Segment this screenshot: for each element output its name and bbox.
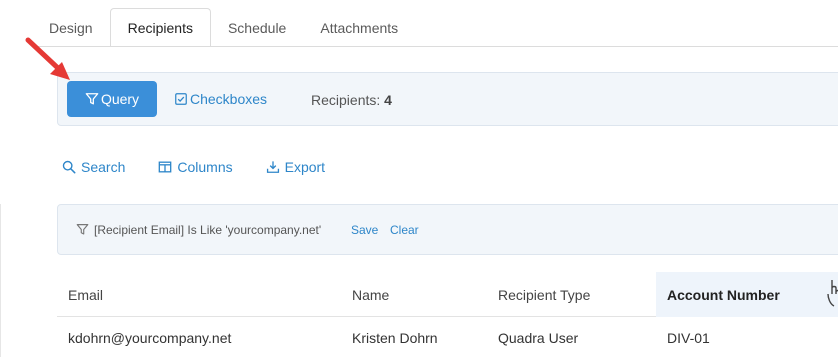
checkboxes-button-label: Checkboxes — [190, 91, 268, 107]
checkboxes-button[interactable]: Checkboxes — [174, 91, 267, 107]
cell-recipient-type: Quadra User — [498, 330, 579, 346]
filter-icon — [85, 93, 99, 105]
filter-clear-link[interactable]: Clear — [390, 223, 419, 237]
filter-save-link[interactable]: Save — [351, 223, 378, 237]
action-links: Search Columns Export — [62, 159, 325, 175]
tab-bar-divider — [32, 46, 838, 47]
filter-expression: [Recipient Email] Is Like 'yourcompany.n… — [94, 223, 322, 237]
table-header: Email Name Recipient Type Account Number — [57, 272, 838, 317]
export-button[interactable]: Export — [266, 159, 325, 175]
columns-icon — [159, 161, 172, 173]
query-button[interactable]: Query — [67, 81, 157, 117]
export-icon — [266, 161, 279, 173]
search-button[interactable]: Search — [62, 159, 125, 175]
export-button-label: Export — [284, 159, 326, 175]
tab-schedule[interactable]: Schedule — [211, 8, 303, 47]
recipients-table: Email Name Recipient Type Account Number… — [57, 272, 838, 357]
column-header-name[interactable]: Name — [341, 272, 487, 317]
columns-button-label: Columns — [177, 159, 233, 175]
annotation-arrow-icon — [25, 37, 70, 80]
tab-recipients[interactable]: Recipients — [109, 8, 211, 47]
active-filter-bar: [Recipient Email] Is Like 'yourcompany.n… — [57, 204, 838, 255]
column-header-email[interactable]: Email — [57, 272, 341, 317]
page: Design Recipients Schedule Attachments Q… — [0, 0, 838, 357]
checkbox-icon — [175, 93, 187, 105]
tab-bar: Design Recipients Schedule Attachments — [32, 8, 415, 47]
recipients-count: Recipients: 4 — [311, 92, 392, 108]
hand-cursor-icon — [827, 280, 838, 307]
recipients-count-label: Recipients: — [311, 92, 381, 108]
query-button-label: Query — [100, 91, 140, 107]
search-button-label: Search — [81, 159, 126, 175]
left-divider — [0, 204, 1, 357]
cell-name: Kristen Dohrn — [352, 330, 438, 346]
search-icon — [62, 160, 76, 174]
columns-button[interactable]: Columns — [158, 159, 233, 175]
column-header-account-number[interactable]: Account Number — [656, 272, 838, 317]
column-header-recipient-type[interactable]: Recipient Type — [487, 272, 656, 317]
cell-email: kdohrn@yourcompany.net — [68, 330, 232, 346]
table-row[interactable]: kdohrn@yourcompany.net Kristen Dohrn Qua… — [57, 317, 838, 357]
cell-account-number: DIV-01 — [667, 330, 710, 346]
recipients-count-value: 4 — [384, 92, 392, 108]
filter-icon — [76, 224, 89, 235]
recipients-toolbar: Query Checkboxes Recipients: 4 — [57, 72, 838, 126]
tab-attachments[interactable]: Attachments — [303, 8, 415, 47]
